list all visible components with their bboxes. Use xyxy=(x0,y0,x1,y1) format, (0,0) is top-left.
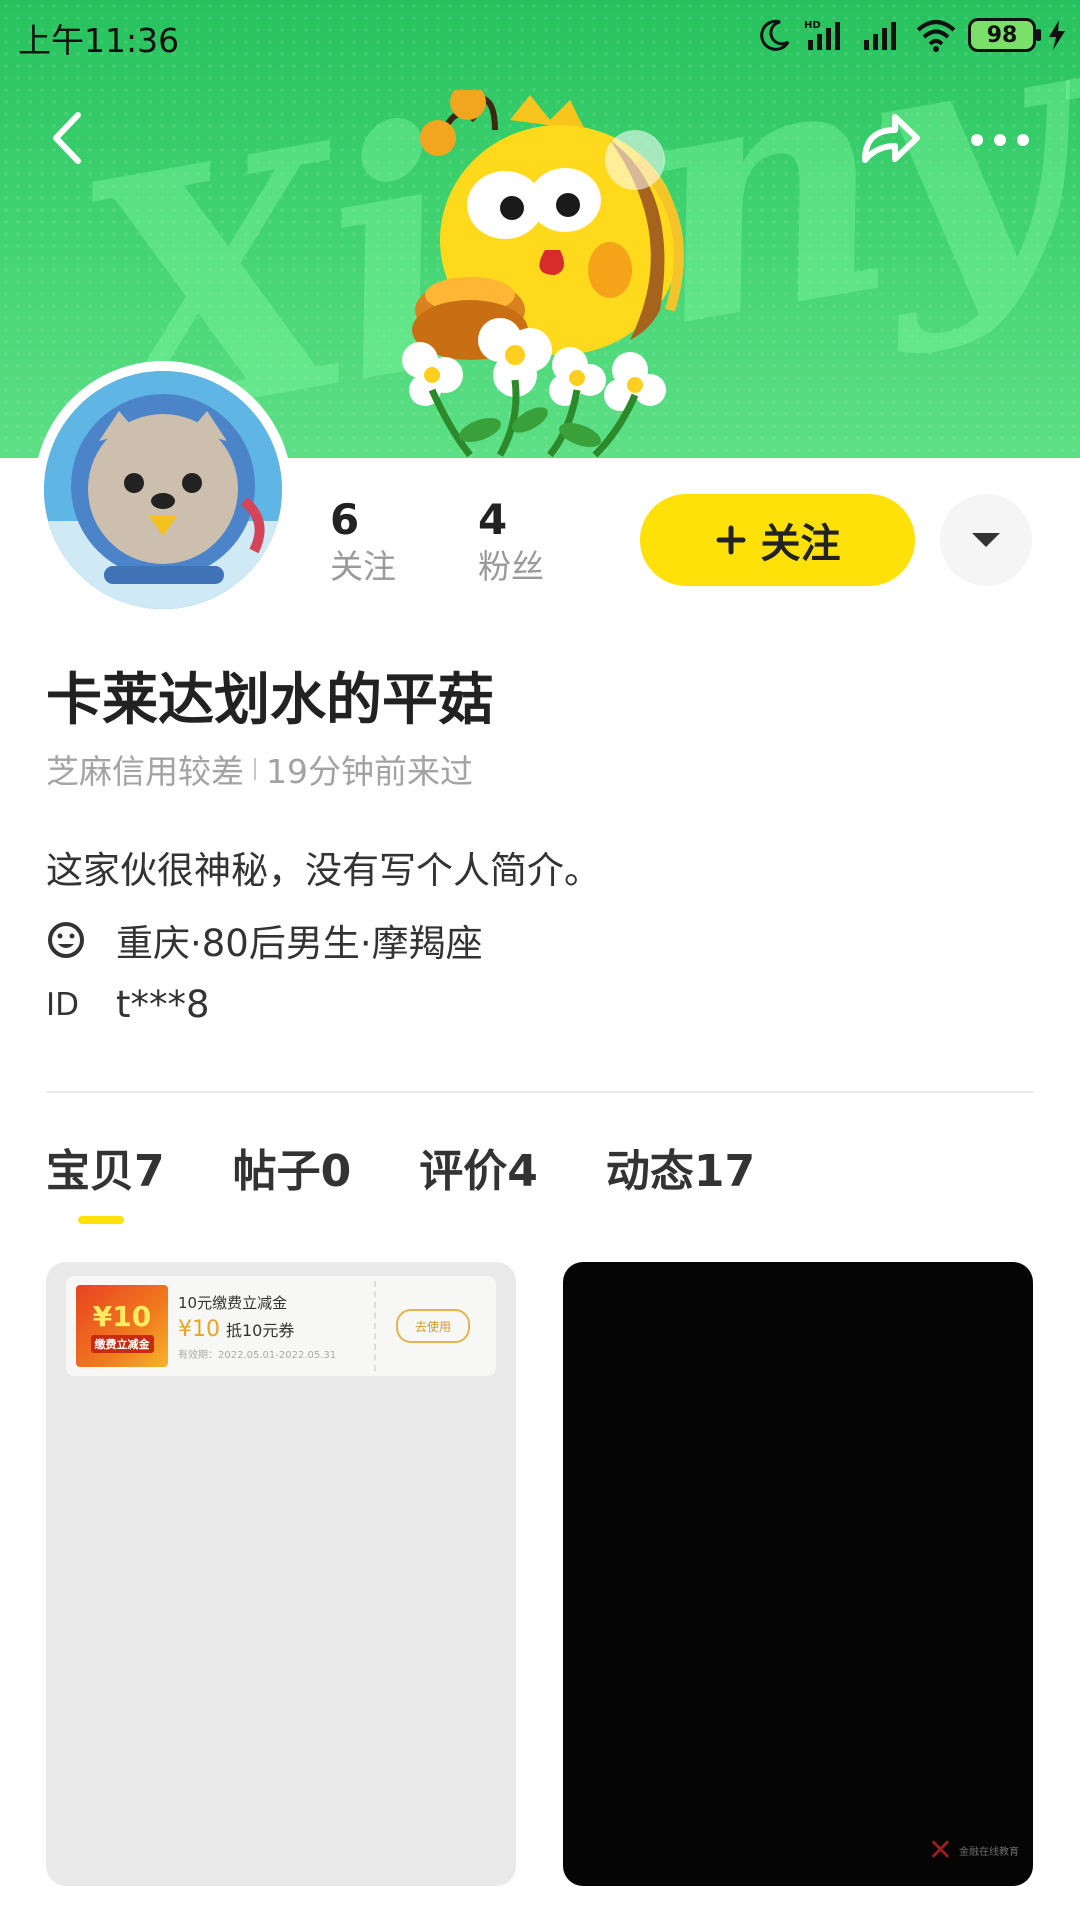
id-row: ID t***8 xyxy=(46,983,210,1026)
moon-icon xyxy=(760,19,790,51)
profile-dropdown-button[interactable] xyxy=(940,494,1032,586)
tab-reviews[interactable]: 评价4 xyxy=(419,1135,538,1199)
watermark-logo-icon: ✕ xyxy=(927,1833,953,1868)
credit-status: 芝麻信用较差 xyxy=(46,752,244,791)
tab-reviews-count: 4 xyxy=(507,1146,538,1197)
last-seen: 19分钟前来过 xyxy=(266,752,473,791)
tab-items-label: 宝贝 xyxy=(46,1146,134,1197)
coupon-title: 10元缴费立减金 xyxy=(178,1293,288,1312)
back-button[interactable] xyxy=(40,105,100,171)
id-value: t***8 xyxy=(116,983,210,1026)
coupon-text: 10元缴费立减金 ¥10 抵10元券 有效期：2022.05.01-2022.05… xyxy=(178,1292,368,1361)
tab-activity[interactable]: 动态17 xyxy=(606,1135,755,1199)
watermark: ✕ 金融在线教育 xyxy=(928,1833,1019,1868)
location-row: 重庆·80后男生·摩羯座 xyxy=(46,913,483,967)
status-bar: 上午11:36 HD 98 xyxy=(0,0,1080,70)
tab-posts-count: 0 xyxy=(320,1146,352,1197)
followers-label: 粉丝 xyxy=(478,547,544,586)
share-button[interactable] xyxy=(855,105,925,171)
coupon-image-text: ¥10 xyxy=(92,1299,152,1333)
battery-indicator: 98 xyxy=(968,18,1041,52)
coupon-image-subtext: 缴费立减金 xyxy=(90,1334,154,1353)
tab-posts[interactable]: 帖子0 xyxy=(233,1135,352,1199)
caret-down-icon xyxy=(972,533,1000,547)
profile-tabs: 宝贝7 帖子0 评价4 动态17 xyxy=(46,1135,755,1199)
coupon-preview: ¥10 缴费立减金 10元缴费立减金 ¥10 抵10元券 有效期：2022.05.… xyxy=(66,1276,496,1376)
status-icons: HD 98 xyxy=(758,14,1066,56)
meta-separator xyxy=(254,758,256,780)
tab-reviews-label: 评价 xyxy=(419,1146,508,1197)
tab-activity-label: 动态 xyxy=(605,1146,694,1197)
back-arrow-icon xyxy=(53,112,81,164)
following-stat[interactable]: 6 关注 xyxy=(330,495,396,589)
section-divider xyxy=(46,1091,1034,1093)
wifi-icon xyxy=(916,20,956,52)
tab-posts-label: 帖子 xyxy=(232,1146,321,1197)
coupon-amount-desc: 抵10元券 xyxy=(226,1320,295,1340)
meta-line: 芝麻信用较差 19分钟前来过 xyxy=(46,745,473,793)
location-info: 重庆·80后男生·摩羯座 xyxy=(116,922,483,965)
smiley-icon xyxy=(48,922,84,958)
tab-activity-count: 17 xyxy=(693,1146,756,1197)
watermark-text: 金融在线教育 xyxy=(959,1847,1019,1858)
following-count: 6 xyxy=(330,495,360,544)
username: 卡莱达划水的平菇 xyxy=(46,668,494,733)
svg-text:HD: HD xyxy=(804,20,821,31)
coupon-amount: ¥10 xyxy=(178,1316,220,1342)
plus-icon xyxy=(716,525,745,555)
followers-stat[interactable]: 4 粉丝 xyxy=(478,495,544,589)
more-options-button[interactable] xyxy=(965,120,1035,160)
follow-button-label: 关注 xyxy=(760,521,841,567)
cellular-signal-hd-icon: HD xyxy=(804,20,840,50)
id-label: ID xyxy=(46,986,80,1023)
active-tab-indicator xyxy=(78,1216,124,1224)
share-icon xyxy=(862,114,920,163)
coupon-validity: 有效期：2022.05.01-2022.05.31 xyxy=(178,1349,337,1361)
battery-level: 98 xyxy=(986,22,1018,48)
status-time: 上午11:36 xyxy=(18,21,180,60)
follow-button[interactable]: 关注 xyxy=(640,494,915,586)
bio-text: 这家伙很神秘，没有写个人简介。 xyxy=(46,849,601,892)
following-label: 关注 xyxy=(330,547,396,586)
mascot-bee-fish-illustration xyxy=(402,90,684,458)
avatar-image xyxy=(44,371,282,609)
coupon-use-button: 去使用 xyxy=(396,1309,470,1343)
avatar[interactable] xyxy=(38,365,288,615)
tab-items[interactable]: 宝贝7 xyxy=(46,1135,165,1199)
coupon-divider xyxy=(374,1281,376,1371)
item-card[interactable]: ✕ 金融在线教育 xyxy=(563,1262,1033,1886)
more-dots-icon xyxy=(971,134,1029,146)
coupon-image: ¥10 缴费立减金 xyxy=(76,1285,168,1367)
coupon-amount-row: ¥10 抵10元券 xyxy=(178,1317,368,1342)
charging-bolt-icon xyxy=(1049,20,1065,50)
tab-items-count: 7 xyxy=(134,1146,165,1197)
item-card[interactable]: ¥10 缴费立减金 10元缴费立减金 ¥10 抵10元券 有效期：2022.05.… xyxy=(46,1262,516,1886)
followers-count: 4 xyxy=(478,495,508,544)
cellular-signal-icon xyxy=(864,22,896,50)
